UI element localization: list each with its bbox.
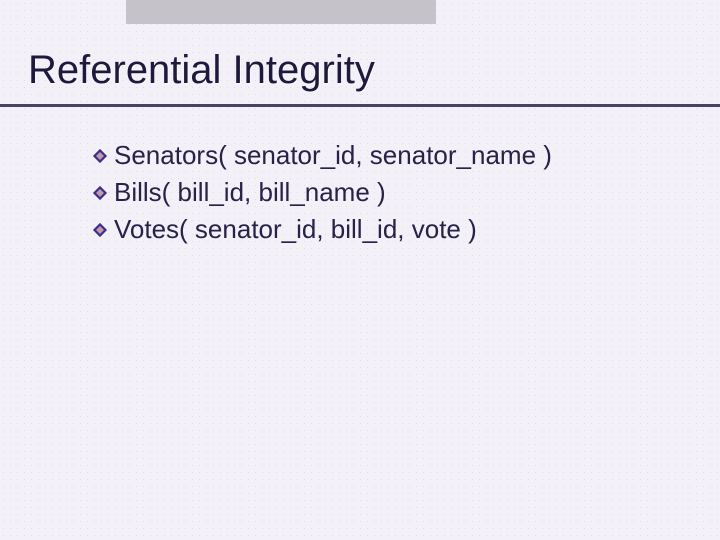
bullet-text: Votes( senator_id, bill_id, vote ) bbox=[114, 214, 477, 245]
list-item: Bills( bill_id, bill_name ) bbox=[92, 177, 552, 208]
bullet-text: Senators( senator_id, senator_name ) bbox=[114, 140, 552, 171]
decorative-top-bar bbox=[126, 0, 436, 24]
title-underline bbox=[0, 104, 720, 107]
list-item: Senators( senator_id, senator_name ) bbox=[92, 140, 552, 171]
diamond-bullet-icon bbox=[92, 148, 108, 164]
diamond-bullet-icon bbox=[92, 185, 108, 201]
bullet-list: Senators( senator_id, senator_name ) Bil… bbox=[92, 140, 552, 251]
diamond-bullet-icon bbox=[92, 222, 108, 238]
bullet-text: Bills( bill_id, bill_name ) bbox=[114, 177, 386, 208]
slide-title: Referential Integrity bbox=[28, 48, 375, 93]
list-item: Votes( senator_id, bill_id, vote ) bbox=[92, 214, 552, 245]
